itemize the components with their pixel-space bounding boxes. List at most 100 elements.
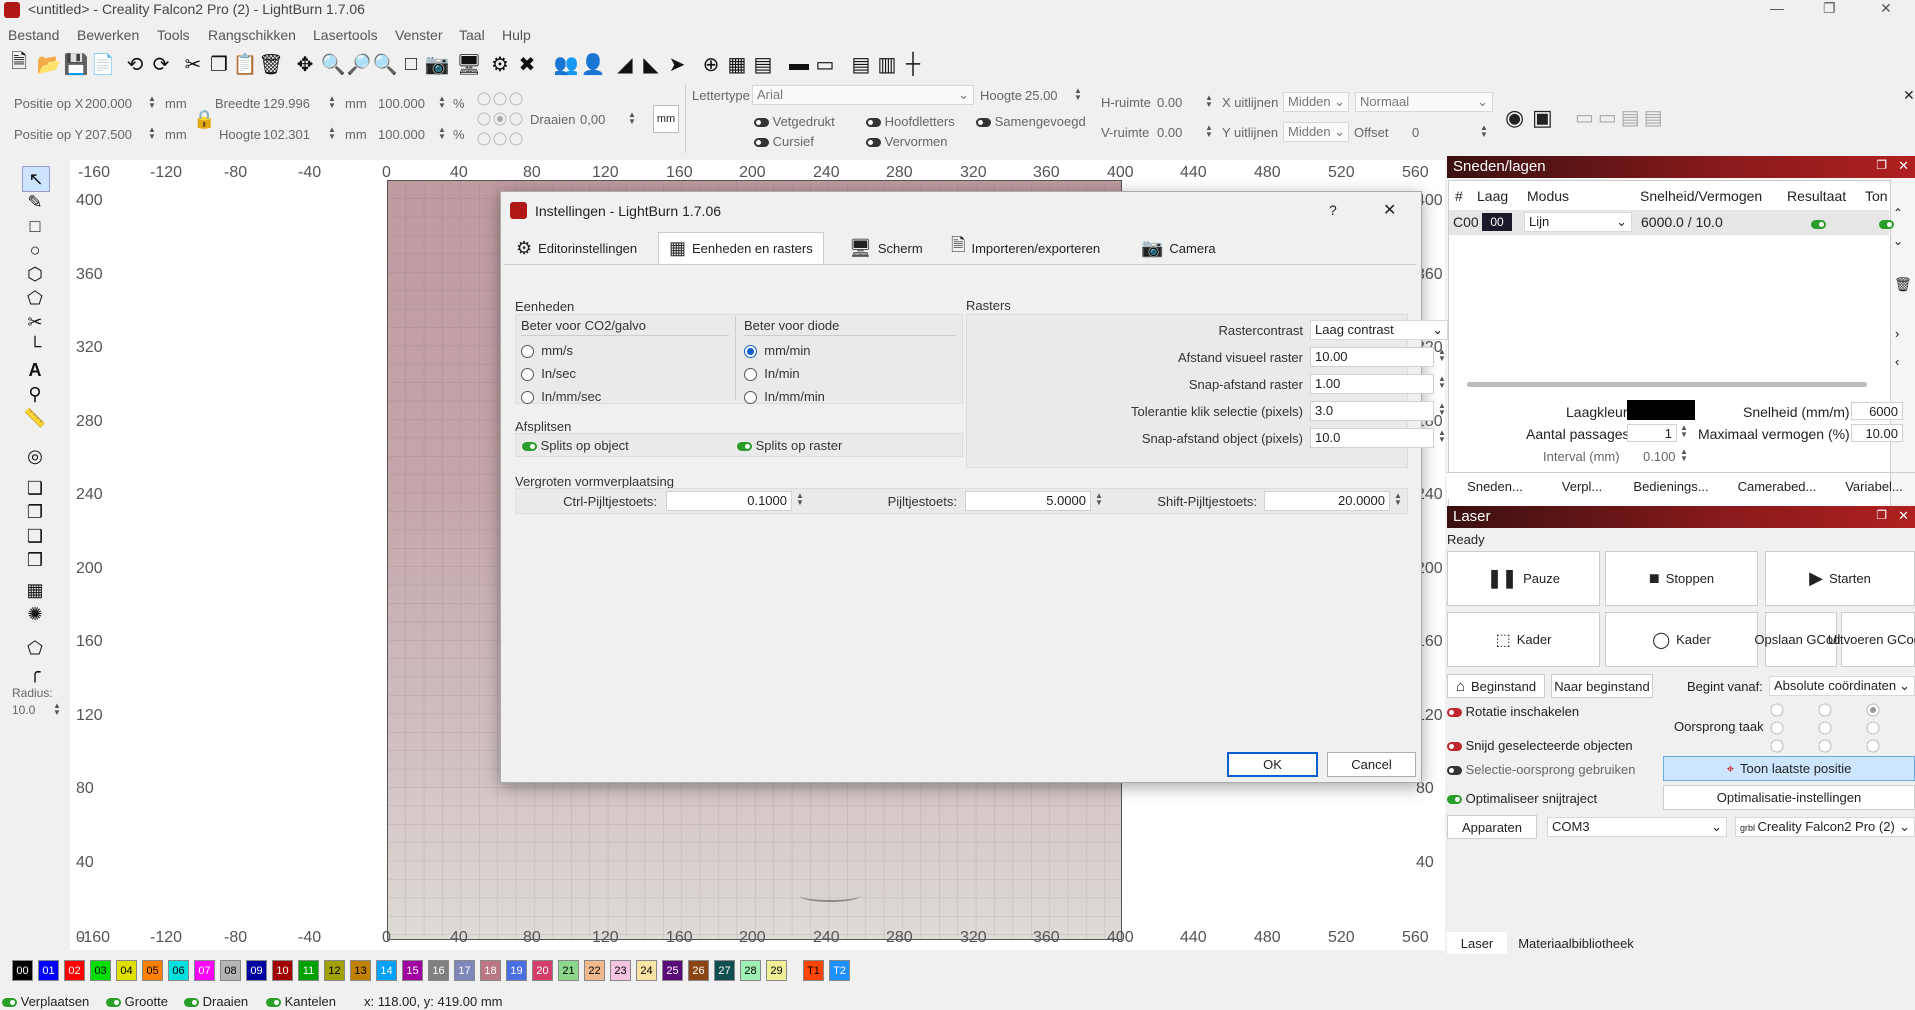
palette-swatch-06[interactable]: 06 <box>168 960 189 981</box>
select-tool-icon[interactable]: ↖ <box>22 166 50 192</box>
vspace-spinner[interactable]: ▲ ▼ <box>1205 124 1213 139</box>
radio-mm-s[interactable]: mm/s <box>521 343 573 359</box>
start-from-select[interactable]: Absolute coördinaten ⌄ <box>1769 676 1915 696</box>
tab-cuts[interactable]: Sneden... <box>1447 473 1543 499</box>
menu-venster[interactable]: Venster <box>395 27 442 43</box>
distort-toggle[interactable]: Vervormen <box>866 134 948 149</box>
tab-material-library[interactable]: Materiaalbibliotheek <box>1511 932 1641 954</box>
menu-hulp[interactable]: Hulp <box>502 27 531 43</box>
frame-tool-icon[interactable]: └ <box>22 334 48 358</box>
help-button[interactable]: ? <box>1329 202 1337 218</box>
rotate-spinner[interactable]: ▲ ▼ <box>628 111 636 126</box>
palette-swatch-11[interactable]: 11 <box>298 960 319 981</box>
zoom-frame-icon[interactable]: □ <box>398 50 424 78</box>
space-v-icon[interactable]: ▥ <box>874 50 900 78</box>
frame-button[interactable]: ⬚ Kader <box>1447 612 1600 667</box>
units-toggle-button[interactable]: mm <box>653 105 679 133</box>
snap-grid-distance-spinner[interactable]: ▲ ▼ <box>1438 375 1446 390</box>
go-home-button[interactable]: Naar beginstand <box>1551 674 1653 698</box>
palette-swatch-25[interactable]: 25 <box>662 960 683 981</box>
camera-icon[interactable]: 📷 <box>424 50 450 78</box>
zoom-out-icon[interactable]: 🔎 <box>346 50 372 78</box>
start-button[interactable]: ▶ Starten <box>1765 551 1915 606</box>
palette-swatch-03[interactable]: 03 <box>90 960 111 981</box>
expand-right-icon[interactable]: › <box>1895 326 1899 341</box>
visual-grid-input[interactable]: 10.00 <box>1310 347 1434 367</box>
palette-swatch-18[interactable]: 18 <box>480 960 501 981</box>
text-style-select[interactable]: Normaal ⌄ <box>1355 92 1493 112</box>
arrow-spinner[interactable]: ▲ ▼ <box>1095 492 1103 507</box>
click-tolerance-spinner[interactable]: ▲ ▼ <box>1438 402 1446 417</box>
menu-bewerken[interactable]: Bewerken <box>77 27 139 43</box>
snap-object-distance-spinner[interactable]: ▲ ▼ <box>1438 429 1446 444</box>
snap-grid-toggle[interactable]: Splits op raster <box>737 438 842 453</box>
xalign-select[interactable]: Midden ⌄ <box>1283 92 1349 112</box>
row-ton-toggle[interactable] <box>1879 216 1894 231</box>
layer-color-swatch[interactable] <box>1627 400 1695 420</box>
italic-toggle[interactable]: Cursief <box>754 134 814 149</box>
trash-icon[interactable]: 🗑 <box>1894 276 1912 293</box>
palette-swatch-22[interactable]: 22 <box>584 960 605 981</box>
close-panel-icon[interactable]: ✕ <box>1898 508 1909 524</box>
undock-icon[interactable]: ❐ <box>1876 158 1887 172</box>
tab-laser[interactable]: Laser <box>1447 932 1507 954</box>
cancel-button[interactable]: Cancel <box>1327 752 1416 777</box>
palette-swatch-20[interactable]: 20 <box>532 960 553 981</box>
new-file-icon[interactable]: 🗎 <box>6 50 32 78</box>
dock-icon[interactable]: ┼ <box>900 50 926 78</box>
send-icon[interactable]: ➤ <box>664 50 690 78</box>
width-value[interactable]: 129.996 <box>263 96 310 111</box>
palette-swatch-05[interactable]: 05 <box>142 960 163 981</box>
polygon-tool-icon[interactable]: ⬡ <box>22 262 48 286</box>
menu-rangschikken[interactable]: Rangschikken <box>208 27 296 43</box>
merged-toggle[interactable]: Samengevoegd <box>976 114 1086 129</box>
undo-icon[interactable]: ⟲ <box>122 50 148 78</box>
palette-swatch-27[interactable]: 27 <box>714 960 735 981</box>
device-select[interactable]: grbl Creality Falcon2 Pro (2) ⌄ <box>1735 817 1915 837</box>
width-spinner[interactable]: ▲ ▼ <box>328 95 336 110</box>
close-editbar-icon[interactable]: ✕ <box>1903 87 1915 104</box>
palette-swatch-t2[interactable]: T2 <box>829 960 850 981</box>
zoom-in-icon[interactable]: 🔍 <box>320 50 346 78</box>
offset-value[interactable]: 0 <box>1412 125 1419 140</box>
pos-y-value[interactable]: 207.500 <box>85 127 132 142</box>
optimization-settings-button[interactable]: Optimalisatie-instellingen <box>1663 785 1915 810</box>
radius-spinner[interactable]: ▲ ▼ <box>53 702 61 717</box>
palette-swatch-04[interactable]: 04 <box>116 960 137 981</box>
close-dialog-icon[interactable]: ✕ <box>1383 200 1396 220</box>
palette-swatch-10[interactable]: 10 <box>272 960 293 981</box>
horizontal-scrollbar[interactable] <box>1467 382 1867 387</box>
undock-icon[interactable]: ❐ <box>1876 508 1887 522</box>
palette-swatch-26[interactable]: 26 <box>688 960 709 981</box>
palette-swatch-02[interactable]: 02 <box>64 960 85 981</box>
offset-spinner[interactable]: ▲ ▼ <box>1480 124 1488 139</box>
click-tolerance-input[interactable]: 3.0 <box>1310 401 1434 421</box>
pos-x-spinner[interactable]: ▲ ▼ <box>148 95 156 110</box>
line-tool-icon[interactable]: ⬠ <box>22 286 48 310</box>
palette-swatch-16[interactable]: 16 <box>428 960 449 981</box>
height-value[interactable]: 102.301 <box>263 127 310 142</box>
laser-head-icon[interactable]: ▣ <box>1532 105 1553 131</box>
visual-grid-spinner[interactable]: ▲ ▼ <box>1438 348 1446 363</box>
tab-console[interactable]: Bedienings... <box>1621 473 1721 499</box>
camera-overlay-icon[interactable]: ◉ <box>1505 105 1524 131</box>
corner-chamfer-icon[interactable]: ╭ <box>22 660 48 684</box>
palette-swatch-28[interactable]: 28 <box>740 960 761 981</box>
pause-button[interactable]: ❚❚ Pauze <box>1447 551 1600 606</box>
palette-swatch-19[interactable]: 19 <box>506 960 527 981</box>
circular-array-icon[interactable]: ✺ <box>22 602 48 626</box>
move-down-icon[interactable]: ⌄ <box>1893 234 1903 248</box>
measure-tool-icon[interactable]: 📏 <box>22 406 48 430</box>
use-origin-toggle[interactable]: Selectie-oorsprong gebruiken <box>1447 762 1635 777</box>
pos-y-spinner[interactable]: ▲ ▼ <box>148 126 156 141</box>
table-row[interactable]: C00 00 Lijn ⌄ 6000.0 / 10.0 <box>1449 210 1894 235</box>
radio-in-mm-min[interactable]: In/mm/min <box>744 389 825 405</box>
job-origin-grid[interactable] <box>1767 702 1897 754</box>
align-top-icon[interactable]: ▬ <box>786 50 812 78</box>
corner-round-icon[interactable]: ⬠ <box>22 636 48 660</box>
passes-spinner[interactable]: ▲ ▼ <box>1680 424 1688 439</box>
arrow-input[interactable]: 5.0000 <box>965 491 1091 511</box>
boolean-subtract-icon[interactable]: ❐ <box>22 500 48 524</box>
boolean-intersect-icon[interactable]: ❑ <box>22 524 48 548</box>
save-as-icon[interactable]: 📄 <box>90 50 116 78</box>
